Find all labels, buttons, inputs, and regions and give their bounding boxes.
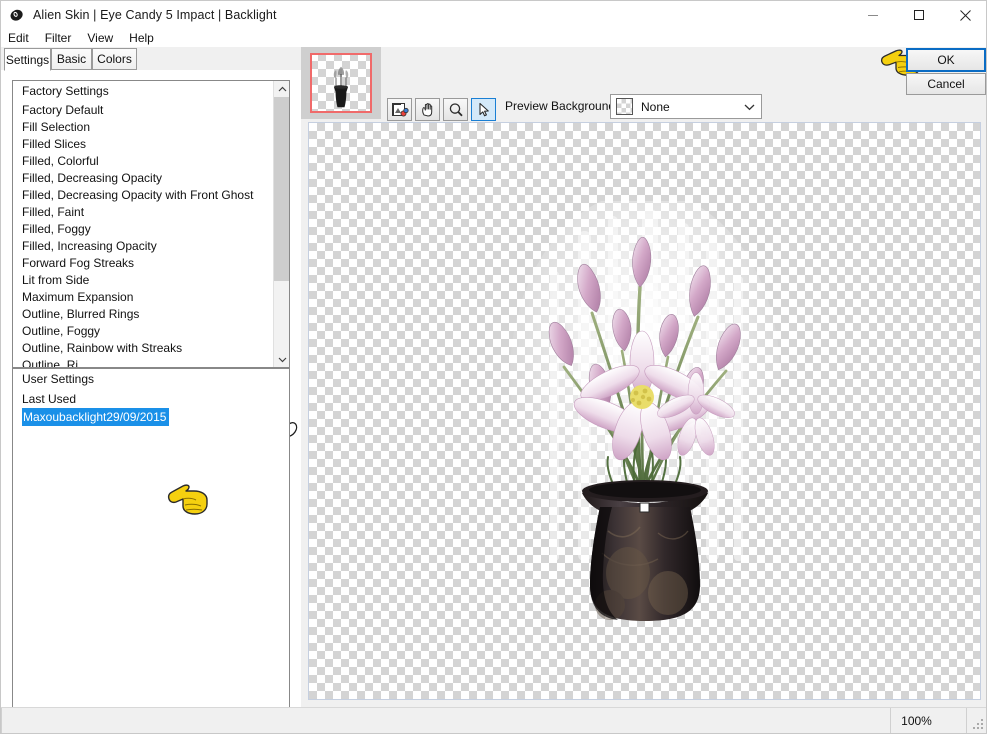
list-item[interactable]: Filled, Decreasing Opacity	[13, 170, 273, 187]
window-title: Alien Skin | Eye Candy 5 Impact | Backli…	[33, 8, 277, 22]
eye-candy-backlight-window: Alien Skin | Eye Candy 5 Impact | Backli…	[0, 0, 987, 734]
settings-panel: Factory Settings Factory Default Fill Se…	[1, 70, 301, 733]
resize-grip-icon[interactable]	[966, 708, 986, 733]
user-settings-item-selected[interactable]: Maxoubacklight29/09/2015	[22, 408, 170, 426]
list-item[interactable]: Outline, Blurred Rings	[13, 306, 273, 323]
list-item[interactable]: Forward Fog Streaks	[13, 255, 273, 272]
preview-canvas[interactable]	[308, 122, 981, 700]
menu-item-filter[interactable]: Filter	[45, 31, 80, 45]
scrollbar-thumb[interactable]	[274, 97, 289, 281]
close-button[interactable]	[942, 1, 986, 29]
preview-background-label: Preview Background:	[505, 99, 619, 113]
list-item[interactable]: Lit from Side	[13, 272, 273, 289]
chevron-down-icon[interactable]	[744, 95, 755, 118]
tab-basic[interactable]: Basic	[51, 48, 92, 70]
preview-background-dropdown[interactable]: None	[610, 94, 762, 119]
user-settings-item-last-used[interactable]: Last Used	[13, 390, 289, 408]
list-item[interactable]: Filled, Foggy	[13, 221, 273, 238]
list-item[interactable]: Fill Selection	[13, 119, 273, 136]
chevron-up-icon[interactable]	[274, 81, 289, 97]
list-item[interactable]: Outline, Ri	[13, 357, 273, 367]
user-settings-listbox[interactable]: User Settings Last Used Maxoubacklight29…	[12, 368, 290, 733]
factory-settings-listbox[interactable]: Factory Settings Factory Default Fill Se…	[12, 80, 290, 368]
title-bar: Alien Skin | Eye Candy 5 Impact | Backli…	[1, 1, 986, 29]
zoom-level: 100%	[890, 707, 942, 733]
menu-item-edit[interactable]: Edit	[8, 31, 37, 45]
list-item[interactable]: Filled Slices	[13, 136, 273, 153]
menu-item-view[interactable]: View	[87, 31, 121, 45]
pointing-hand-cursor	[167, 484, 209, 516]
user-settings-header: User Settings	[22, 372, 95, 386]
list-item[interactable]: Filled, Faint	[13, 204, 273, 221]
list-item[interactable]: Outline, Rainbow with Streaks	[13, 340, 273, 357]
list-item[interactable]: Filled, Colorful	[13, 153, 273, 170]
thumbnail-navigator[interactable]	[301, 47, 381, 119]
minimize-button[interactable]	[850, 1, 896, 29]
list-item[interactable]: Factory Default	[13, 102, 273, 119]
factory-settings-list: Factory Settings Factory Default Fill Se…	[13, 81, 273, 367]
tab-strip: Settings Basic Colors	[1, 48, 301, 71]
arrow-select-icon[interactable]	[471, 98, 496, 121]
list-item[interactable]: Filled, Decreasing Opacity with Front Gh…	[13, 187, 273, 204]
status-divider	[1, 708, 2, 733]
status-bar: 100%	[1, 707, 986, 733]
window-controls	[850, 1, 986, 29]
chevron-down-icon[interactable]	[274, 351, 289, 367]
zoom-magnifier-icon[interactable]	[443, 98, 468, 121]
factory-list-scrollbar[interactable]	[273, 81, 289, 367]
menu-bar: Edit Filter View Help	[1, 29, 986, 47]
preview-toolbar: Preview Background: None OK Cancel	[301, 47, 986, 124]
maximize-button[interactable]	[896, 1, 942, 29]
preview-panel: Preview Background: None OK Cancel	[301, 47, 986, 707]
list-header: Factory Settings	[22, 84, 109, 98]
tab-settings[interactable]: Settings	[4, 48, 51, 71]
ok-button[interactable]: OK	[906, 48, 986, 72]
tool-buttons	[387, 98, 496, 121]
preview-background-value: None	[641, 99, 670, 114]
preview-toggle-icon[interactable]	[387, 98, 412, 121]
list-item[interactable]: Filled, Increasing Opacity	[13, 238, 273, 255]
menu-item-help[interactable]: Help	[129, 31, 162, 45]
cancel-button[interactable]: Cancel	[906, 73, 986, 95]
tab-colors[interactable]: Colors	[92, 48, 137, 70]
alien-head-icon	[9, 7, 25, 23]
thumbnail-selection-rect[interactable]	[310, 53, 372, 113]
hand-pan-icon[interactable]	[415, 98, 440, 121]
checkerboard-swatch	[616, 98, 633, 115]
list-item[interactable]: Maximum Expansion	[13, 289, 273, 306]
list-item[interactable]: Outline, Foggy	[13, 323, 273, 340]
artwork-vase-with-tulips	[490, 191, 800, 621]
